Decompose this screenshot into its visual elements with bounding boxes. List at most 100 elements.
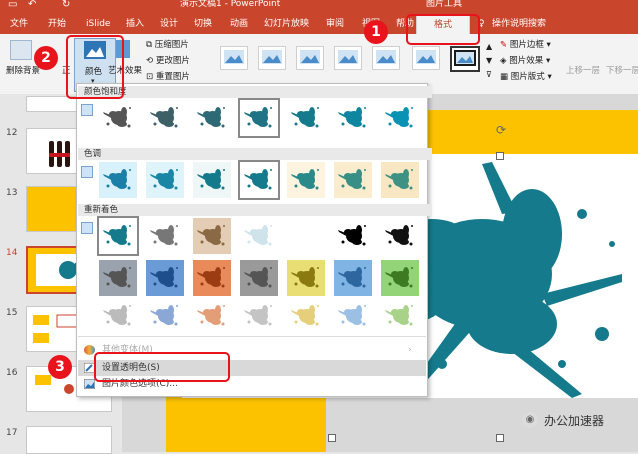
saturation-swatch[interactable] bbox=[287, 100, 325, 136]
recolor-swatch[interactable] bbox=[334, 260, 372, 296]
saturation-swatch[interactable] bbox=[99, 100, 137, 136]
tone-swatch[interactable] bbox=[381, 162, 419, 198]
saturation-swatch[interactable] bbox=[334, 100, 372, 136]
watermark: ◉ 办公加速器 bbox=[522, 410, 632, 432]
picture-style-7[interactable] bbox=[450, 46, 480, 72]
recolor-swatch[interactable] bbox=[381, 260, 419, 296]
saturation-swatch[interactable] bbox=[146, 100, 184, 136]
tone-swatch[interactable] bbox=[99, 162, 137, 198]
recolor-swatch[interactable] bbox=[240, 260, 278, 296]
resize-handle-bottom-left[interactable] bbox=[328, 434, 336, 442]
recolor-swatch[interactable] bbox=[287, 218, 325, 254]
tab-islide[interactable]: iSlide bbox=[86, 14, 110, 34]
layout-label: 图片版式 bbox=[510, 72, 545, 82]
slide-number: 17 bbox=[6, 428, 18, 438]
recolor-swatch[interactable] bbox=[146, 218, 184, 254]
slide-number: 16 bbox=[6, 368, 18, 378]
slide-number: 12 bbox=[6, 128, 18, 138]
picture-style-1[interactable] bbox=[220, 46, 248, 70]
resize-handle-bottom[interactable] bbox=[496, 434, 504, 442]
tab-review[interactable]: 审阅 bbox=[326, 14, 344, 34]
gallery-scroll-down-icon[interactable]: ▼ bbox=[486, 56, 492, 65]
repeat-icon[interactable]: ↻ bbox=[62, 0, 72, 10]
tab-tell-me[interactable]: 操作说明搜索 bbox=[492, 14, 546, 34]
tab-transitions[interactable]: 切换 bbox=[194, 14, 212, 34]
recolor-swatch[interactable] bbox=[97, 216, 139, 256]
callout-1: 1 bbox=[364, 20, 388, 44]
recolor-swatch[interactable] bbox=[146, 298, 184, 334]
gallery-row-icon bbox=[81, 166, 93, 178]
gallery-more-icon[interactable]: ⊽ bbox=[486, 70, 492, 79]
picture-effects-button[interactable]: ◈ 图片效果 ▾ bbox=[500, 54, 550, 66]
saturation-swatch[interactable] bbox=[238, 98, 280, 138]
slide-number: 15 bbox=[6, 308, 18, 318]
tone-swatch[interactable] bbox=[238, 160, 280, 200]
gallery-row-icon bbox=[81, 104, 93, 116]
color-dropdown-menu: 颜色饱和度 色调 重新着色 其他变体(M) › 设置透明色(S) 图片颜色选项(… bbox=[76, 83, 432, 397]
tab-design[interactable]: 设计 bbox=[160, 14, 178, 34]
menu-divider bbox=[78, 336, 426, 337]
tab-home[interactable]: 开始 bbox=[48, 14, 66, 34]
recolor-swatch[interactable] bbox=[240, 298, 278, 334]
remove-background-icon bbox=[10, 40, 32, 60]
picture-style-5[interactable] bbox=[372, 46, 400, 70]
recolor-swatch[interactable] bbox=[381, 218, 419, 254]
tab-animations[interactable]: 动画 bbox=[230, 14, 248, 34]
yellow-band-bottom bbox=[166, 396, 326, 452]
callout-2: 2 bbox=[34, 46, 58, 70]
tone-swatch[interactable] bbox=[146, 162, 184, 198]
tab-slideshow[interactable]: 幻灯片放映 bbox=[264, 14, 309, 34]
tone-swatch[interactable] bbox=[193, 162, 231, 198]
gallery-scroll-up-icon[interactable]: ▲ bbox=[486, 42, 492, 51]
picture-style-6[interactable] bbox=[412, 46, 440, 70]
compress-pictures-button[interactable]: ⧉ 压缩图片 bbox=[146, 38, 189, 50]
recolor-swatch[interactable] bbox=[240, 218, 278, 254]
recolor-swatch[interactable] bbox=[193, 218, 231, 254]
effects-label: 图片效果 bbox=[509, 56, 544, 66]
slide-number-current: 14 bbox=[6, 248, 18, 258]
compress-label: 压缩图片 bbox=[154, 40, 189, 50]
recolor-swatch[interactable] bbox=[193, 298, 231, 334]
recolor-swatch[interactable] bbox=[99, 260, 137, 296]
context-tab-group: 图片工具 bbox=[426, 0, 463, 9]
reset-picture-button[interactable]: ⊡ 重置图片 bbox=[146, 70, 190, 82]
picture-style-3[interactable] bbox=[296, 46, 324, 70]
change-picture-button[interactable]: ⟲ 更改图片 bbox=[146, 54, 190, 66]
tab-insert[interactable]: 插入 bbox=[126, 14, 144, 34]
tab-file[interactable]: 文件 bbox=[10, 14, 28, 34]
callout-3: 3 bbox=[48, 355, 72, 379]
wechat-icon: ◉ bbox=[522, 412, 538, 428]
recolor-swatch[interactable] bbox=[193, 260, 231, 296]
ribbon-tabs: 文件 开始 iSlide 插入 设计 切换 动画 幻灯片放映 审阅 视图 帮助 … bbox=[0, 14, 638, 35]
recolor-swatch[interactable] bbox=[287, 298, 325, 334]
reset-label: 重置图片 bbox=[155, 72, 190, 82]
pen-icon: ✎ bbox=[500, 40, 508, 50]
slide-number: 13 bbox=[6, 188, 18, 198]
undo-icon[interactable]: ↶ bbox=[28, 0, 38, 10]
slide-thumbnail-17[interactable] bbox=[26, 426, 112, 454]
remove-background-button[interactable]: 删除背景 bbox=[6, 64, 40, 76]
saturation-swatch[interactable] bbox=[193, 100, 231, 136]
picture-style-4[interactable] bbox=[334, 46, 362, 70]
recolor-swatch[interactable] bbox=[99, 298, 137, 334]
recolor-swatch[interactable] bbox=[146, 260, 184, 296]
picture-border-button[interactable]: ✎ 图片边框 ▾ bbox=[500, 38, 551, 50]
highlight-box-set-transparent bbox=[94, 352, 230, 382]
send-backward-button[interactable]: 下移一层 bbox=[606, 64, 638, 76]
tone-swatch[interactable] bbox=[334, 162, 372, 198]
save-icon[interactable]: ▭ bbox=[8, 0, 18, 10]
recolor-swatch[interactable] bbox=[287, 260, 325, 296]
highlight-box-format-tab bbox=[406, 14, 480, 45]
recolor-swatch[interactable] bbox=[334, 218, 372, 254]
recolor-swatch[interactable] bbox=[334, 298, 372, 334]
recolor-swatch[interactable] bbox=[381, 298, 419, 334]
bring-forward-button[interactable]: 上移一层 bbox=[566, 64, 600, 76]
border-label: 图片边框 bbox=[509, 40, 544, 50]
saturation-swatch[interactable] bbox=[381, 100, 419, 136]
picture-style-2[interactable] bbox=[258, 46, 286, 70]
picture-layout-button[interactable]: ▦ 图片版式 ▾ bbox=[500, 70, 552, 82]
rotate-handle-icon[interactable]: ⟳ bbox=[496, 124, 508, 136]
picture-color-options-icon bbox=[83, 378, 96, 390]
resize-handle-top[interactable] bbox=[496, 152, 504, 160]
tone-swatch[interactable] bbox=[287, 162, 325, 198]
